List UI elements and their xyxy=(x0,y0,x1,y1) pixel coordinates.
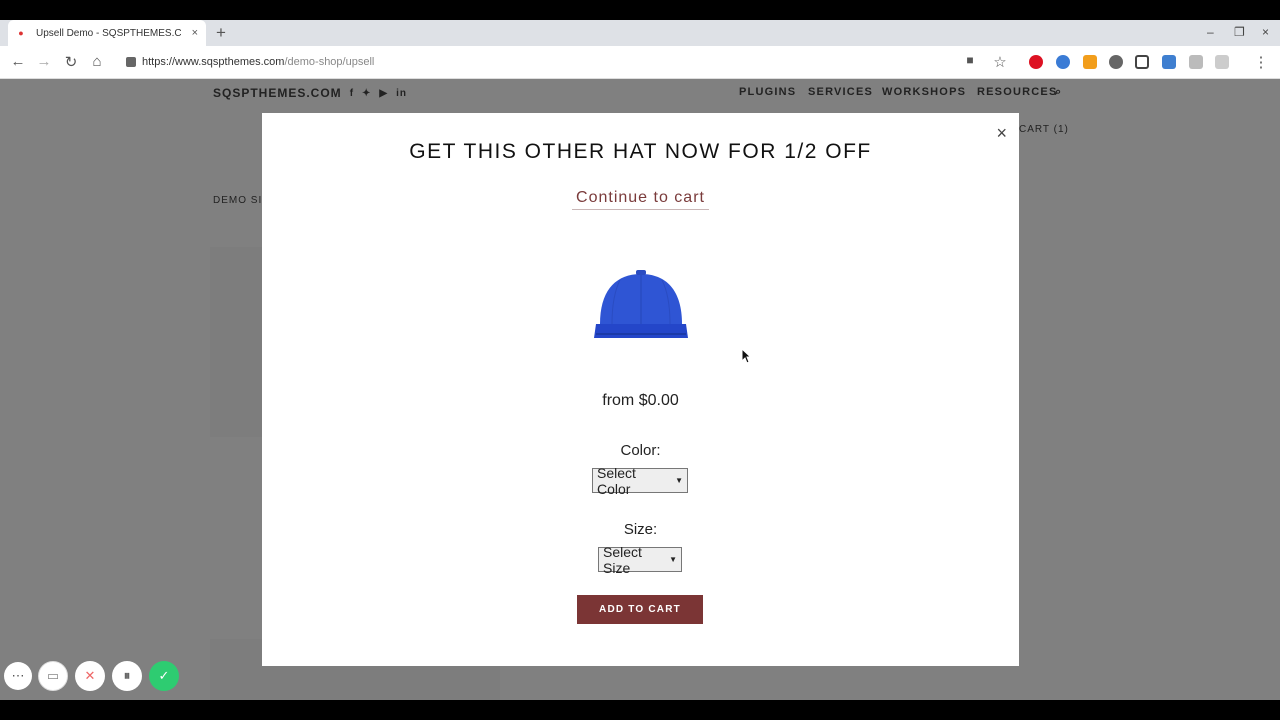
site-header-brand[interactable]: SQSPTHEMES.COM f ✦ ▶ in xyxy=(213,86,407,100)
linkedin-icon[interactable]: in xyxy=(396,88,407,99)
nav-plugins[interactable]: PLUGINS xyxy=(739,86,796,98)
cancel-icon[interactable]: ✕ xyxy=(75,661,105,691)
bookmark-star-icon[interactable]: ☆ xyxy=(991,53,1009,71)
nav-resources[interactable]: RESOURCES xyxy=(977,86,1057,98)
color-select[interactable]: Select Color ▼ xyxy=(592,465,688,497)
code-extension-icon[interactable] xyxy=(1162,55,1176,69)
bottom-bar xyxy=(0,700,1280,720)
hat-product-image xyxy=(594,270,688,338)
lock-icon xyxy=(126,57,136,67)
product-price: from $0.00 xyxy=(602,392,679,409)
back-icon[interactable]: ← xyxy=(9,53,27,70)
tab-close-icon[interactable]: × xyxy=(192,27,198,39)
upsell-modal: × GET THIS OTHER HAT NOW FOR 1/2 OFF Con… xyxy=(262,113,1019,666)
color-label: Color: xyxy=(620,442,661,459)
screen: { "browser": { "tab_title": "Upsell Demo… xyxy=(0,0,1280,720)
reload-icon[interactable]: ↻ xyxy=(62,53,80,71)
pause-icon[interactable]: ⏸ xyxy=(112,661,142,691)
address-bar[interactable]: https://www.sqspthemes.com/demo-shop/ups… xyxy=(120,50,1020,74)
youtube-icon[interactable]: ▶ xyxy=(379,88,388,99)
rss-extension-icon[interactable] xyxy=(1083,55,1097,69)
menu-icon[interactable]: ⋮ xyxy=(1252,53,1270,71)
mouse-cursor-icon xyxy=(741,348,751,364)
new-tab-button[interactable]: + xyxy=(216,23,226,43)
size-select-value: Select Size xyxy=(603,543,642,576)
cart-link[interactable]: CART (1) xyxy=(1019,124,1069,135)
extension-icon-3[interactable] xyxy=(1189,55,1203,69)
modal-title: GET THIS OTHER HAT NOW FOR 1/2 OFF xyxy=(409,140,872,163)
more-icon[interactable]: ⋯ xyxy=(4,662,32,690)
nav-workshops[interactable]: WORKSHOPS xyxy=(882,86,966,98)
continue-to-cart-link[interactable]: Continue to cart xyxy=(572,189,709,210)
confirm-icon[interactable]: ✓ xyxy=(149,661,179,691)
browser-toolbar: ← → ↻ ⌂ https://www.sqspthemes.com/demo-… xyxy=(0,46,1280,79)
url-path: /demo-shop/upsell xyxy=(284,56,375,68)
window-close-button[interactable]: × xyxy=(1262,25,1269,39)
camera-icon[interactable]: ▭ xyxy=(38,661,68,691)
brand-name: SQSPTHEMES.COM xyxy=(213,86,342,100)
tab-strip: ● Upsell Demo - SQSPTHEMES.CO × + – ❐ × xyxy=(0,20,1280,46)
twitter-icon[interactable]: ✦ xyxy=(362,88,371,99)
home-icon[interactable]: ⌂ xyxy=(88,53,106,70)
browser-tab[interactable]: ● Upsell Demo - SQSPTHEMES.CO × xyxy=(8,20,206,46)
crop-extension-icon[interactable] xyxy=(1135,55,1149,69)
nav-services[interactable]: SERVICES xyxy=(808,86,873,98)
search-icon[interactable]: ⌕ xyxy=(1055,86,1062,99)
restore-button[interactable]: ❐ xyxy=(1234,25,1245,39)
extension-icon-2[interactable] xyxy=(1109,55,1123,69)
site-favicon-icon: ● xyxy=(18,28,24,38)
add-to-cart-button[interactable]: ADD TO CART xyxy=(577,595,703,624)
extension-icon[interactable] xyxy=(1056,55,1070,69)
tab-title: Upsell Demo - SQSPTHEMES.CO xyxy=(36,27,181,39)
chevron-down-icon: ▼ xyxy=(669,555,677,564)
url-host: https://www.sqspthemes.com xyxy=(142,56,285,68)
facebook-icon[interactable]: f xyxy=(350,88,354,99)
minimize-button[interactable]: – xyxy=(1207,25,1214,39)
url-text: https://www.sqspthemes.com/demo-shop/ups… xyxy=(142,56,374,68)
forward-icon[interactable]: → xyxy=(35,53,53,70)
facebook-extension-icon[interactable] xyxy=(1215,55,1229,69)
breadcrumb: DEMO SI xyxy=(213,195,263,206)
size-select[interactable]: Select Size ▼ xyxy=(598,544,682,576)
chevron-down-icon: ▼ xyxy=(675,476,683,485)
size-label: Size: xyxy=(623,521,658,538)
pinterest-extension-icon[interactable] xyxy=(1029,55,1043,69)
camera-icon[interactable]: ■ xyxy=(961,53,979,67)
color-select-value: Select Color xyxy=(597,464,636,497)
